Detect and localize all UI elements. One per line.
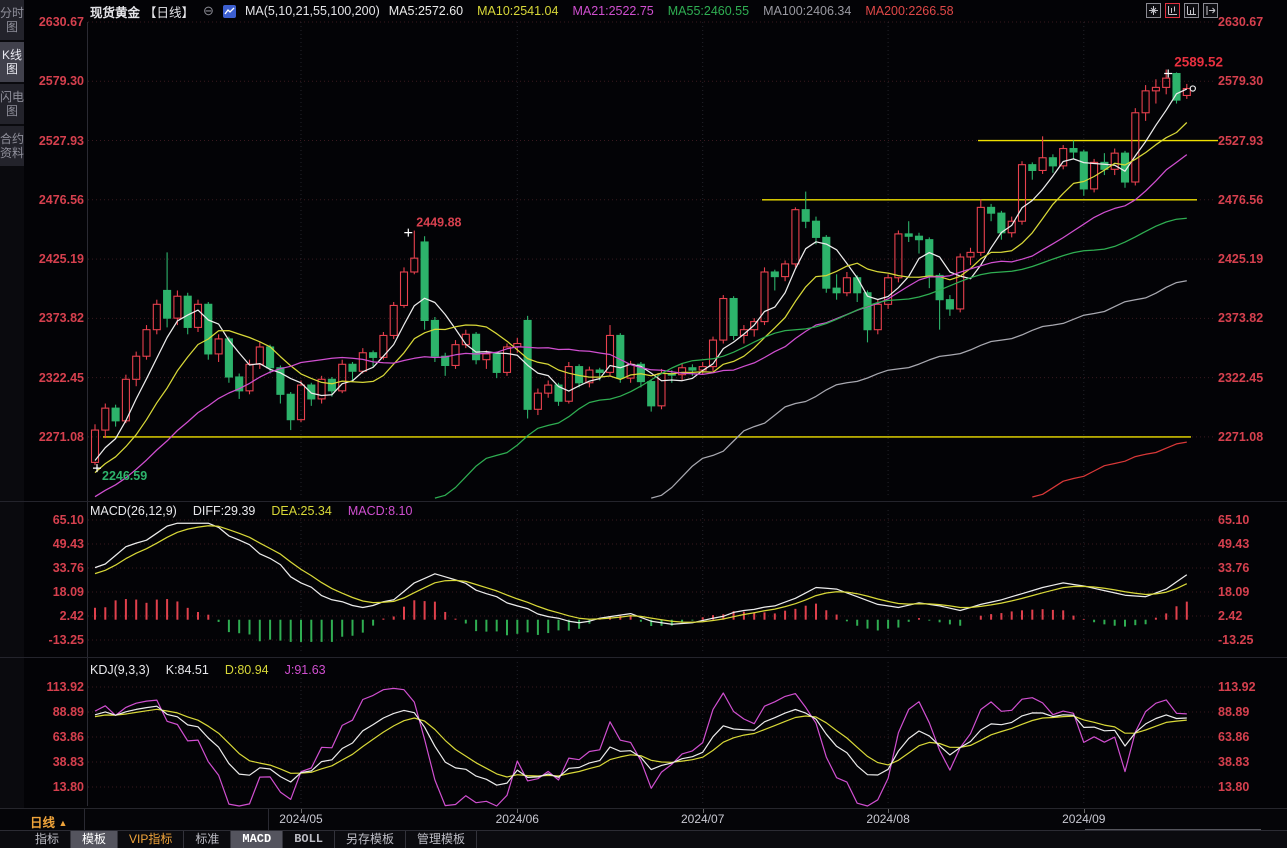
svg-text:2246.59: 2246.59 bbox=[102, 469, 147, 483]
y-axis-label-left-price: 2271.08 bbox=[26, 430, 84, 444]
y-axis-label-right-price: 2579.30 bbox=[1218, 74, 1284, 88]
tab-另存模板[interactable]: 另存模板 bbox=[335, 831, 406, 848]
tab-MACD[interactable]: MACD bbox=[231, 831, 283, 848]
tab-VIP指标[interactable]: VIP指标 bbox=[118, 831, 184, 848]
y-axis-label-right-macd: 18.09 bbox=[1218, 585, 1284, 599]
y-axis-label-left-price: 2527.93 bbox=[26, 134, 84, 148]
y-axis-label-left-macd: 65.10 bbox=[26, 513, 84, 527]
y-axis-label-left-macd: 49.43 bbox=[26, 537, 84, 551]
y-axis-label-right-kdj: 38.83 bbox=[1218, 755, 1284, 769]
y-axis-label-left-price: 2322.45 bbox=[26, 371, 84, 385]
macd-dea-value: DEA:25.34 bbox=[271, 504, 331, 518]
x-axis-tick bbox=[888, 809, 889, 813]
x-axis-tick bbox=[517, 809, 518, 813]
y-axis-label-left-price: 2425.19 bbox=[26, 252, 84, 266]
y-axis-label-right-price: 2373.82 bbox=[1218, 311, 1284, 325]
y-axis-label-right-price: 2322.45 bbox=[1218, 371, 1284, 385]
macd-params-label: MACD(26,12,9) bbox=[90, 504, 177, 518]
y-axis-label-right-price: 2271.08 bbox=[1218, 430, 1284, 444]
period-selector[interactable]: 日线 ▲ bbox=[30, 812, 67, 831]
y-axis-label-left-macd: 33.76 bbox=[26, 561, 84, 575]
y-axis-label-right-kdj: 13.80 bbox=[1218, 780, 1284, 794]
period-dropdown-arrow-icon: ▲ bbox=[59, 818, 68, 828]
y-axis-label-left-macd: 2.42 bbox=[26, 609, 84, 623]
y-axis-label-right-macd: 33.76 bbox=[1218, 561, 1284, 575]
y-axis-label-left-price: 2476.56 bbox=[26, 193, 84, 207]
macd-macd-value: MACD:8.10 bbox=[348, 504, 413, 518]
x-axis-label: 2024/08 bbox=[853, 812, 923, 826]
y-axis-label-left-price: 2579.30 bbox=[26, 74, 84, 88]
y-axis-label-right-macd: 49.43 bbox=[1218, 537, 1284, 551]
kdj-params-label: KDJ(9,3,3) bbox=[90, 663, 150, 677]
trading-app: 分时图K线图闪电图合约资料 现货黄金 【日线】 ⊖ MA(5,10,21,55,… bbox=[0, 0, 1287, 848]
y-axis-label-left-kdj: 113.92 bbox=[26, 680, 84, 694]
macd-diff-value: DIFF:29.39 bbox=[193, 504, 256, 518]
tab-BOLL[interactable]: BOLL bbox=[283, 831, 335, 848]
x-axis-tick bbox=[703, 809, 704, 813]
macd-header: MACD(26,12,9) DIFF:29.39 DEA:25.34 MACD:… bbox=[90, 504, 412, 518]
x-axis-label: 2024/07 bbox=[668, 812, 738, 826]
period-selector-label: 日线 bbox=[30, 816, 55, 830]
y-axis-label-right-kdj: 63.86 bbox=[1218, 730, 1284, 744]
y-axis-label-left-kdj: 88.89 bbox=[26, 705, 84, 719]
y-axis-label-right-macd: 2.42 bbox=[1218, 609, 1284, 623]
y-axis-label-left-kdj: 63.86 bbox=[26, 730, 84, 744]
date-axis-row: 日线 ▲ 2024/05 2024/06 2024/07 2024/08 2024/09 bbox=[0, 808, 1287, 830]
kdj-header: KDJ(9,3,3) K:84.51 D:80.94 J:91.63 bbox=[90, 663, 326, 677]
y-axis-label-left-kdj: 38.83 bbox=[26, 755, 84, 769]
x-axis-label: 2024/06 bbox=[482, 812, 552, 826]
kdj-j-value: J:91.63 bbox=[285, 663, 326, 677]
y-axis-label-left-price: 2630.67 bbox=[26, 15, 84, 29]
y-axis-label-left-kdj: 13.80 bbox=[26, 780, 84, 794]
tab-指标[interactable]: 指标 bbox=[24, 831, 71, 848]
x-axis-tick bbox=[1084, 809, 1085, 813]
x-axis-tick bbox=[301, 809, 302, 813]
y-axis-label-right-price: 2476.56 bbox=[1218, 193, 1284, 207]
y-axis-label-right-macd: 65.10 bbox=[1218, 513, 1284, 527]
y-axis-label-right-price: 2630.67 bbox=[1218, 15, 1284, 29]
y-axis-label-left-price: 2373.82 bbox=[26, 311, 84, 325]
y-axis-label-right-price: 2425.19 bbox=[1218, 252, 1284, 266]
kdj-k-value: K:84.51 bbox=[166, 663, 209, 677]
y-axis-label-right-kdj: 113.92 bbox=[1218, 680, 1284, 694]
tab-管理模板[interactable]: 管理模板 bbox=[406, 831, 477, 848]
svg-text:2449.88: 2449.88 bbox=[416, 216, 461, 230]
y-axis-label-right-price: 2527.93 bbox=[1218, 134, 1284, 148]
chart-canvas[interactable]: 2246.59 2449.88 2589.52 bbox=[0, 0, 1287, 848]
kdj-d-value: D:80.94 bbox=[225, 663, 269, 677]
tab-标准[interactable]: 标准 bbox=[184, 831, 231, 848]
indicator-tab-bar: 指标模板VIP指标标准MACDBOLL另存模板管理模板 bbox=[0, 830, 1287, 848]
x-axis-label: 2024/09 bbox=[1049, 812, 1119, 826]
y-axis-label-right-kdj: 88.89 bbox=[1218, 705, 1284, 719]
svg-text:2589.52: 2589.52 bbox=[1174, 54, 1223, 69]
y-axis-label-left-macd: 18.09 bbox=[26, 585, 84, 599]
y-axis-label-left-macd: -13.25 bbox=[26, 633, 84, 647]
y-axis-label-right-macd: -13.25 bbox=[1218, 633, 1284, 647]
tab-模板[interactable]: 模板 bbox=[71, 831, 118, 848]
x-axis-label: 2024/05 bbox=[266, 812, 336, 826]
